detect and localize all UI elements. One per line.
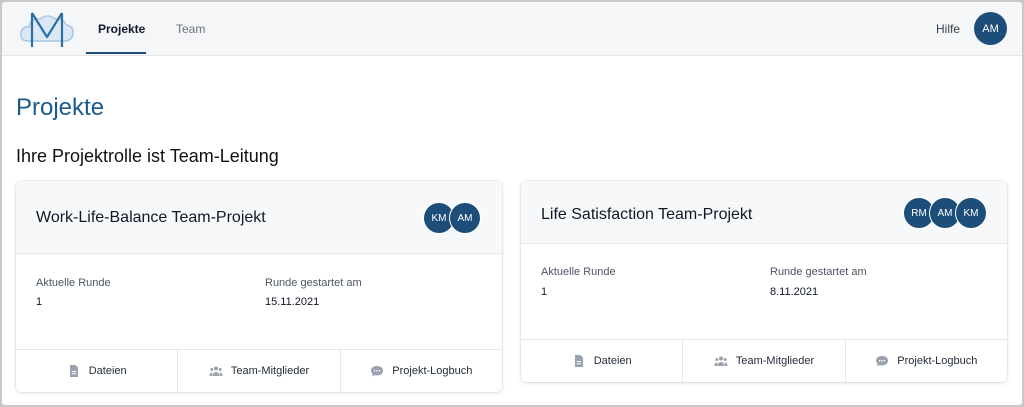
logo-icon[interactable] [18,7,76,51]
people-icon [209,366,223,376]
project-card: Work-Life-Balance Team-Projekt KM AM Akt… [16,181,502,392]
user-avatar[interactable]: AM [974,12,1007,45]
team-members-button[interactable]: Team-Mitglieder [682,340,844,382]
round-started-value: 8.11.2021 [770,286,819,298]
member-avatar[interactable]: AM [449,202,481,234]
files-button-label: Dateien [88,365,127,377]
tab-projekte[interactable]: Projekte [98,22,145,36]
card-header: Life Satisfaction Team-Projekt RM AM KM [521,181,1007,244]
card-actions: Dateien Team-Mitglieder Projekt-Logbuch [521,339,1007,382]
project-logbook-button[interactable]: Projekt-Logbuch [844,340,1007,382]
project-role-text: Ihre Projektrolle ist Team-Leitung [16,146,279,166]
team-members-button-label: Team-Mitglieder [230,365,310,377]
round-started-label: Runde gestartet am [770,266,867,278]
files-button[interactable]: Dateien [521,340,682,382]
project-title[interactable]: Work-Life-Balance Team-Projekt [36,209,266,227]
project-logbook-button-label: Projekt-Logbuch [897,355,978,367]
files-button-label: Dateien [593,355,632,367]
people-icon [714,356,728,366]
chat-bubble-icon [876,356,889,367]
member-avatar[interactable]: KM [955,197,987,229]
current-round-label: Aktuelle Runde [36,277,111,289]
round-started-label: Runde gestartet am [265,277,362,289]
document-icon [69,365,78,377]
member-avatars: RM AM KM [903,197,987,229]
team-members-button-label: Team-Mitglieder [735,355,815,367]
help-link[interactable]: Hilfe [936,22,960,36]
top-navbar: Projekte Team Hilfe AM [2,2,1022,56]
project-logbook-button-label: Projekt-Logbuch [392,365,473,377]
chat-bubble-icon [371,366,384,377]
app-window: Projekte Team Hilfe AM Projekte Ihre Pro… [2,2,1022,405]
team-members-button[interactable]: Team-Mitglieder [177,350,339,392]
current-round-label: Aktuelle Runde [541,266,616,278]
files-button[interactable]: Dateien [16,350,177,392]
member-avatars: KM AM [423,202,481,234]
round-started-value: 15.11.2021 [265,296,320,308]
current-round-value: 1 [541,286,548,298]
document-icon [574,355,583,367]
project-card: Life Satisfaction Team-Projekt RM AM KM … [521,181,1007,382]
current-round-value: 1 [36,296,43,308]
card-actions: Dateien Team-Mitglieder Projekt-Logbuch [16,349,502,392]
tab-team[interactable]: Team [176,22,205,36]
project-logbook-button[interactable]: Projekt-Logbuch [339,350,502,392]
page-title: Projekte [16,94,105,121]
active-tab-indicator [86,52,146,54]
card-header: Work-Life-Balance Team-Projekt KM AM [16,181,502,254]
project-title[interactable]: Life Satisfaction Team-Projekt [541,206,752,224]
